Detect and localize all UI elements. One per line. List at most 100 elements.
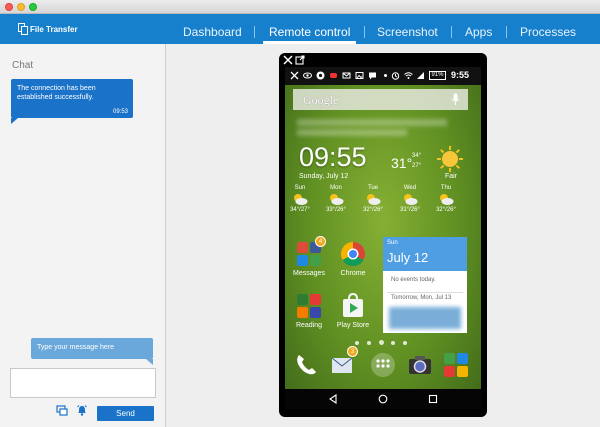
calendar-date: July 12 — [387, 250, 429, 265]
battery-indicator: 91% — [429, 71, 446, 80]
tab-screenshot[interactable]: Screenshot — [377, 14, 438, 44]
nav-separator — [364, 26, 365, 38]
window-title-bar — [0, 0, 600, 14]
eye-icon — [303, 72, 312, 79]
forecast-day-name: Wed — [403, 185, 417, 191]
calendar-no-events: No events today. — [391, 277, 436, 283]
open-external-icon[interactable] — [295, 55, 305, 65]
phone-screen[interactable]: 91% 9:55 Google 09:55 Sunday, July 12 31… — [285, 67, 481, 409]
brand-name: File Transfer — [30, 24, 78, 34]
chrome-icon — [340, 242, 365, 267]
mail-icon — [342, 72, 351, 79]
play-store-icon — [343, 292, 363, 317]
close-icon — [290, 71, 299, 80]
forecast-day: Wed 31°/26° — [395, 185, 425, 213]
tab-apps[interactable]: Apps — [465, 14, 492, 44]
app-label: Play Store — [336, 322, 370, 329]
app-reading[interactable]: Reading — [289, 293, 329, 329]
forecast-day: Mon 33°/26° — [321, 185, 351, 213]
compose-hint-text: Type your message here — [37, 344, 115, 351]
forecast-day-name: Tue — [367, 185, 379, 191]
partly-cloudy-icon — [294, 194, 308, 205]
game-icon — [330, 73, 337, 78]
forecast-temps: 34°/27° — [290, 207, 310, 213]
chrome-icon — [316, 71, 325, 80]
forecast-day: Thu 32°/26° — [431, 185, 461, 213]
screen-share-icon[interactable] — [56, 404, 68, 416]
tab-dashboard[interactable]: Dashboard — [183, 14, 242, 44]
sun-icon — [437, 146, 463, 172]
blurred-notification — [297, 129, 407, 136]
forecast-temps: 31°/26° — [400, 207, 420, 213]
file-copy-icon — [18, 23, 28, 35]
phone-status-bar: 91% 9:55 — [285, 67, 481, 85]
image-icon — [355, 72, 364, 79]
partly-cloudy-icon — [330, 194, 344, 205]
google-search-bar[interactable]: Google — [293, 89, 468, 110]
app-label: Chrome — [340, 270, 366, 277]
forecast-temps: 33°/26° — [326, 207, 346, 213]
camera-icon[interactable] — [407, 352, 433, 378]
partly-cloudy-icon — [404, 194, 418, 205]
forecast-day: Tue 32°/26° — [358, 185, 388, 213]
reading-folder-icon — [297, 294, 321, 318]
chat-title: Chat — [12, 60, 34, 71]
nav-separator — [451, 26, 452, 38]
microphone-icon[interactable] — [451, 93, 460, 106]
weather-condition: Fair — [445, 173, 458, 180]
calendar-divider — [387, 292, 463, 293]
notification-badge: 3 — [347, 346, 358, 357]
calendar-tomorrow: Tomorrow, Mon, Jul 13 — [391, 295, 452, 301]
page-indicator — [355, 340, 415, 346]
home-clock: 09:55 — [299, 142, 367, 172]
current-temperature: 31° — [391, 155, 413, 171]
home-icon[interactable] — [378, 394, 388, 404]
back-icon[interactable] — [328, 394, 338, 404]
forecast-temps: 32°/26° — [436, 207, 456, 213]
apps-folder-icon[interactable] — [443, 352, 469, 378]
google-logo: Google — [303, 93, 339, 107]
recent-apps-icon[interactable] — [428, 394, 438, 404]
blurred-notification — [297, 119, 447, 126]
app-label: Reading — [295, 322, 323, 329]
partly-cloudy-icon — [367, 194, 381, 205]
phone-icon[interactable] — [293, 352, 319, 378]
forecast-temps: 32°/26° — [363, 207, 383, 213]
home-dock: 3 — [285, 346, 481, 389]
window-close-button[interactable] — [5, 3, 13, 11]
tab-remote-control[interactable]: Remote control — [262, 14, 357, 44]
calendar-header: Sun July 12 — [383, 237, 467, 271]
forecast-day-name: Sun — [294, 185, 306, 191]
nav-separator — [254, 26, 255, 38]
app-play-store[interactable]: Play Store — [333, 292, 373, 329]
partly-cloudy-icon — [440, 194, 454, 205]
blurred-event — [389, 307, 461, 329]
phone-status-time: 9:55 — [451, 70, 470, 80]
window-zoom-button[interactable] — [29, 3, 37, 11]
dock-mail[interactable]: 3 — [329, 346, 358, 378]
alarm-icon[interactable] — [76, 404, 88, 416]
send-button[interactable]: Send — [97, 406, 154, 421]
chat-message-received: The connection has been established succ… — [11, 79, 133, 124]
chat-message-input[interactable] — [10, 368, 156, 398]
app-chrome[interactable]: Chrome — [333, 241, 373, 277]
brand: File Transfer — [18, 22, 78, 36]
forecast-day-name: Thu — [440, 185, 452, 191]
calendar-widget[interactable]: Sun July 12 No events today. Tomorrow, M… — [383, 237, 467, 333]
close-icon[interactable] — [283, 55, 293, 65]
tab-processes[interactable]: Processes — [520, 14, 576, 44]
more-icon — [384, 74, 387, 77]
app-drawer-icon[interactable] — [370, 352, 396, 378]
signal-icon — [417, 72, 424, 79]
app-header: File Transfer Dashboard Remote control S… — [0, 14, 600, 44]
remote-control-panel: 91% 9:55 Google 09:55 Sunday, July 12 31… — [166, 44, 600, 427]
wifi-icon — [404, 72, 413, 79]
forecast-day: Sun 34°/27° — [285, 185, 315, 213]
app-messages[interactable]: 4 Messages — [289, 236, 329, 277]
nav-separator — [506, 26, 507, 38]
compose-hint-bubble: Type your message here — [31, 338, 153, 365]
window-minimize-button[interactable] — [17, 3, 25, 11]
phone-mirror-frame: 91% 9:55 Google 09:55 Sunday, July 12 31… — [279, 53, 487, 417]
notification-badge: 4 — [315, 236, 326, 247]
calendar-day: Sun — [387, 240, 398, 246]
